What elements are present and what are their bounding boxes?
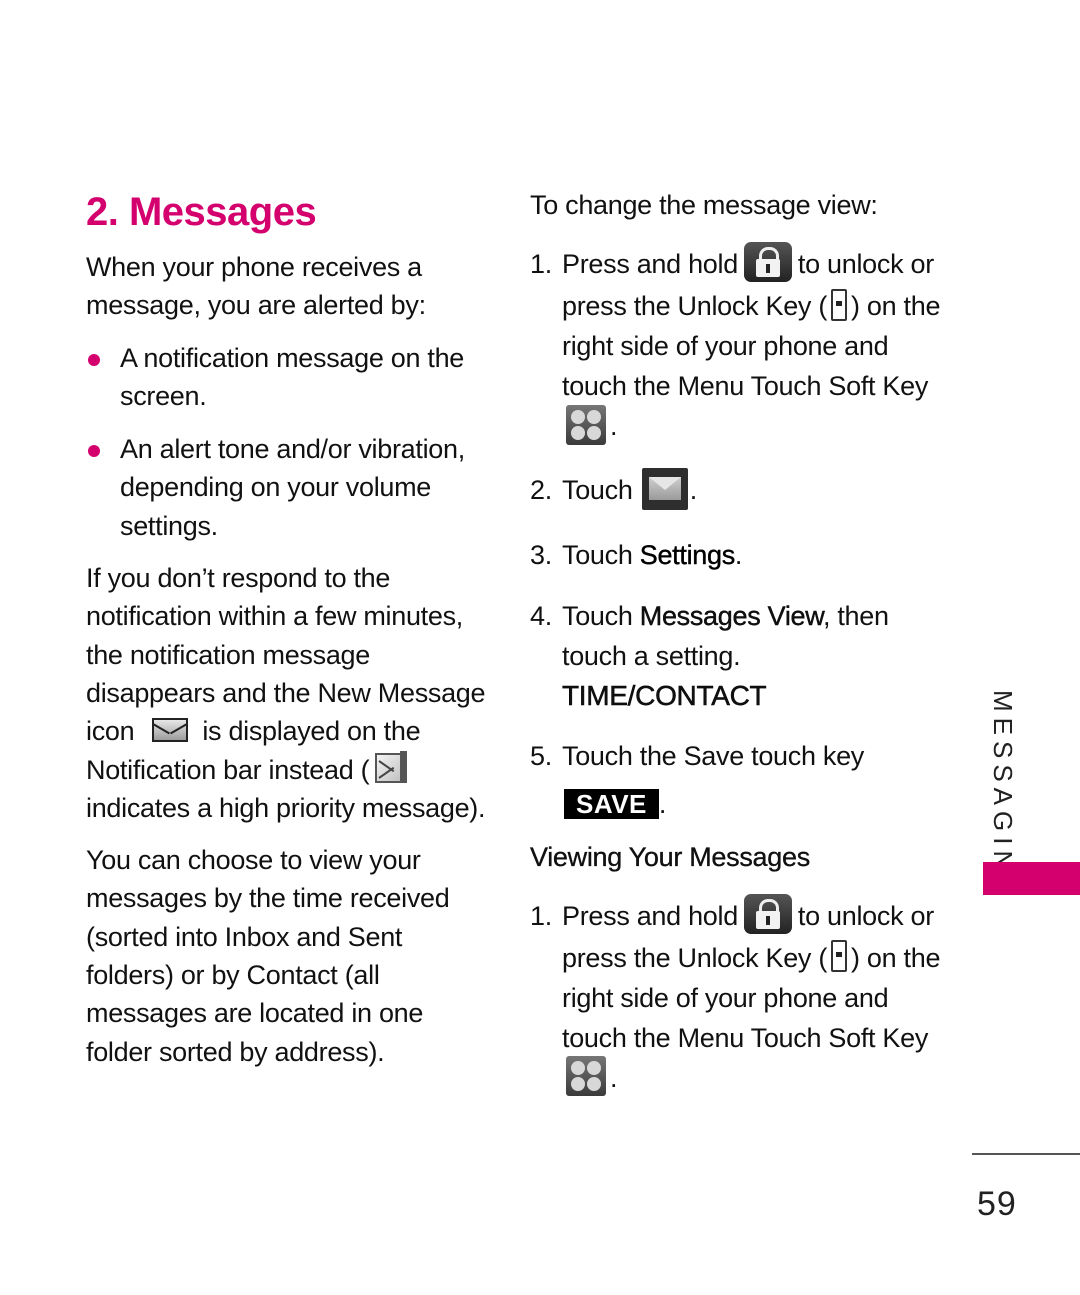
step-number: 3. — [530, 539, 552, 570]
alert-list: A notification message on the screen. An… — [86, 339, 486, 546]
unlock-key-icon — [831, 940, 848, 973]
step-number: 1. — [530, 900, 552, 931]
step-text: Touch — [562, 539, 640, 570]
priority-message-icon — [375, 751, 408, 784]
envelope-icon — [641, 467, 688, 510]
viewing-step-1: 1. Press and hold to unlock or press the … — [530, 893, 952, 1100]
menu-grid-icon — [566, 404, 606, 445]
lock-icon — [743, 893, 792, 934]
notification-text-2: is displayed on the Notification bar ins… — [86, 716, 421, 785]
bullet-icon — [88, 444, 100, 457]
page-title: 2. Messages — [86, 190, 317, 234]
step-3: 3. Touch Settings. — [530, 535, 950, 575]
viewing-heading: Viewing Your Messages — [530, 841, 810, 872]
step-text: Press and hold — [562, 900, 738, 931]
notification-paragraph: If you don’t respond to the notification… — [86, 559, 496, 827]
list-item: A notification message on the screen. — [86, 339, 486, 416]
step-text: . — [658, 788, 667, 819]
step-2: 2. Touch . — [530, 467, 950, 513]
view-options-paragraph: You can choose to view your messages by … — [86, 845, 450, 1067]
step-text: Touch — [562, 600, 640, 631]
step-text: Press and hold — [562, 249, 738, 279]
left-column: 2. Messages When your phone receives a m… — [86, 186, 506, 1071]
step-text: . — [689, 474, 698, 505]
step-5: 5. Touch the Save touch key SAVE. — [530, 736, 950, 824]
footer-divider — [972, 1153, 1080, 1155]
step-text: . — [734, 539, 743, 570]
bullet-text: A notification message on the screen. — [120, 342, 465, 412]
page-number: 59 — [977, 1185, 1017, 1223]
time-contact-option: TIME/CONTACT — [562, 679, 767, 711]
step-number: 1. — [530, 249, 552, 279]
notification-text-3: indicates a high priority message). — [86, 792, 486, 823]
new-message-icon — [152, 718, 189, 743]
step-text: Touch the Save touch key — [562, 740, 864, 771]
change-view-heading: To change the message view: — [530, 190, 878, 220]
lock-icon — [743, 241, 792, 282]
list-item: An alert tone and/or vibration, dependin… — [86, 430, 486, 546]
unlock-key-icon — [831, 288, 848, 321]
settings-label: Settings — [639, 539, 736, 570]
intro-paragraph: When your phone receives a message, you … — [86, 252, 426, 321]
bullet-icon — [88, 353, 100, 366]
step-4: 4. Touch Messages View, then touch a set… — [530, 596, 932, 716]
step-number: 4. — [530, 600, 552, 631]
bullet-text: An alert tone and/or vibration, dependin… — [120, 433, 465, 541]
messages-view-label: Messages View — [639, 600, 824, 631]
step-text: . — [610, 1062, 618, 1093]
step-1: 1. Press and hold to unlock or press the … — [530, 241, 952, 448]
step-number: 2. — [530, 474, 552, 505]
section-tab-marker — [983, 862, 1080, 895]
save-key: SAVE — [564, 788, 659, 819]
step-number: 5. — [530, 740, 552, 771]
step-text: Touch — [562, 474, 633, 505]
right-column: To change the message view: 1. Press and… — [530, 186, 950, 1099]
menu-grid-icon — [566, 1056, 606, 1097]
step-text: . — [610, 410, 618, 441]
